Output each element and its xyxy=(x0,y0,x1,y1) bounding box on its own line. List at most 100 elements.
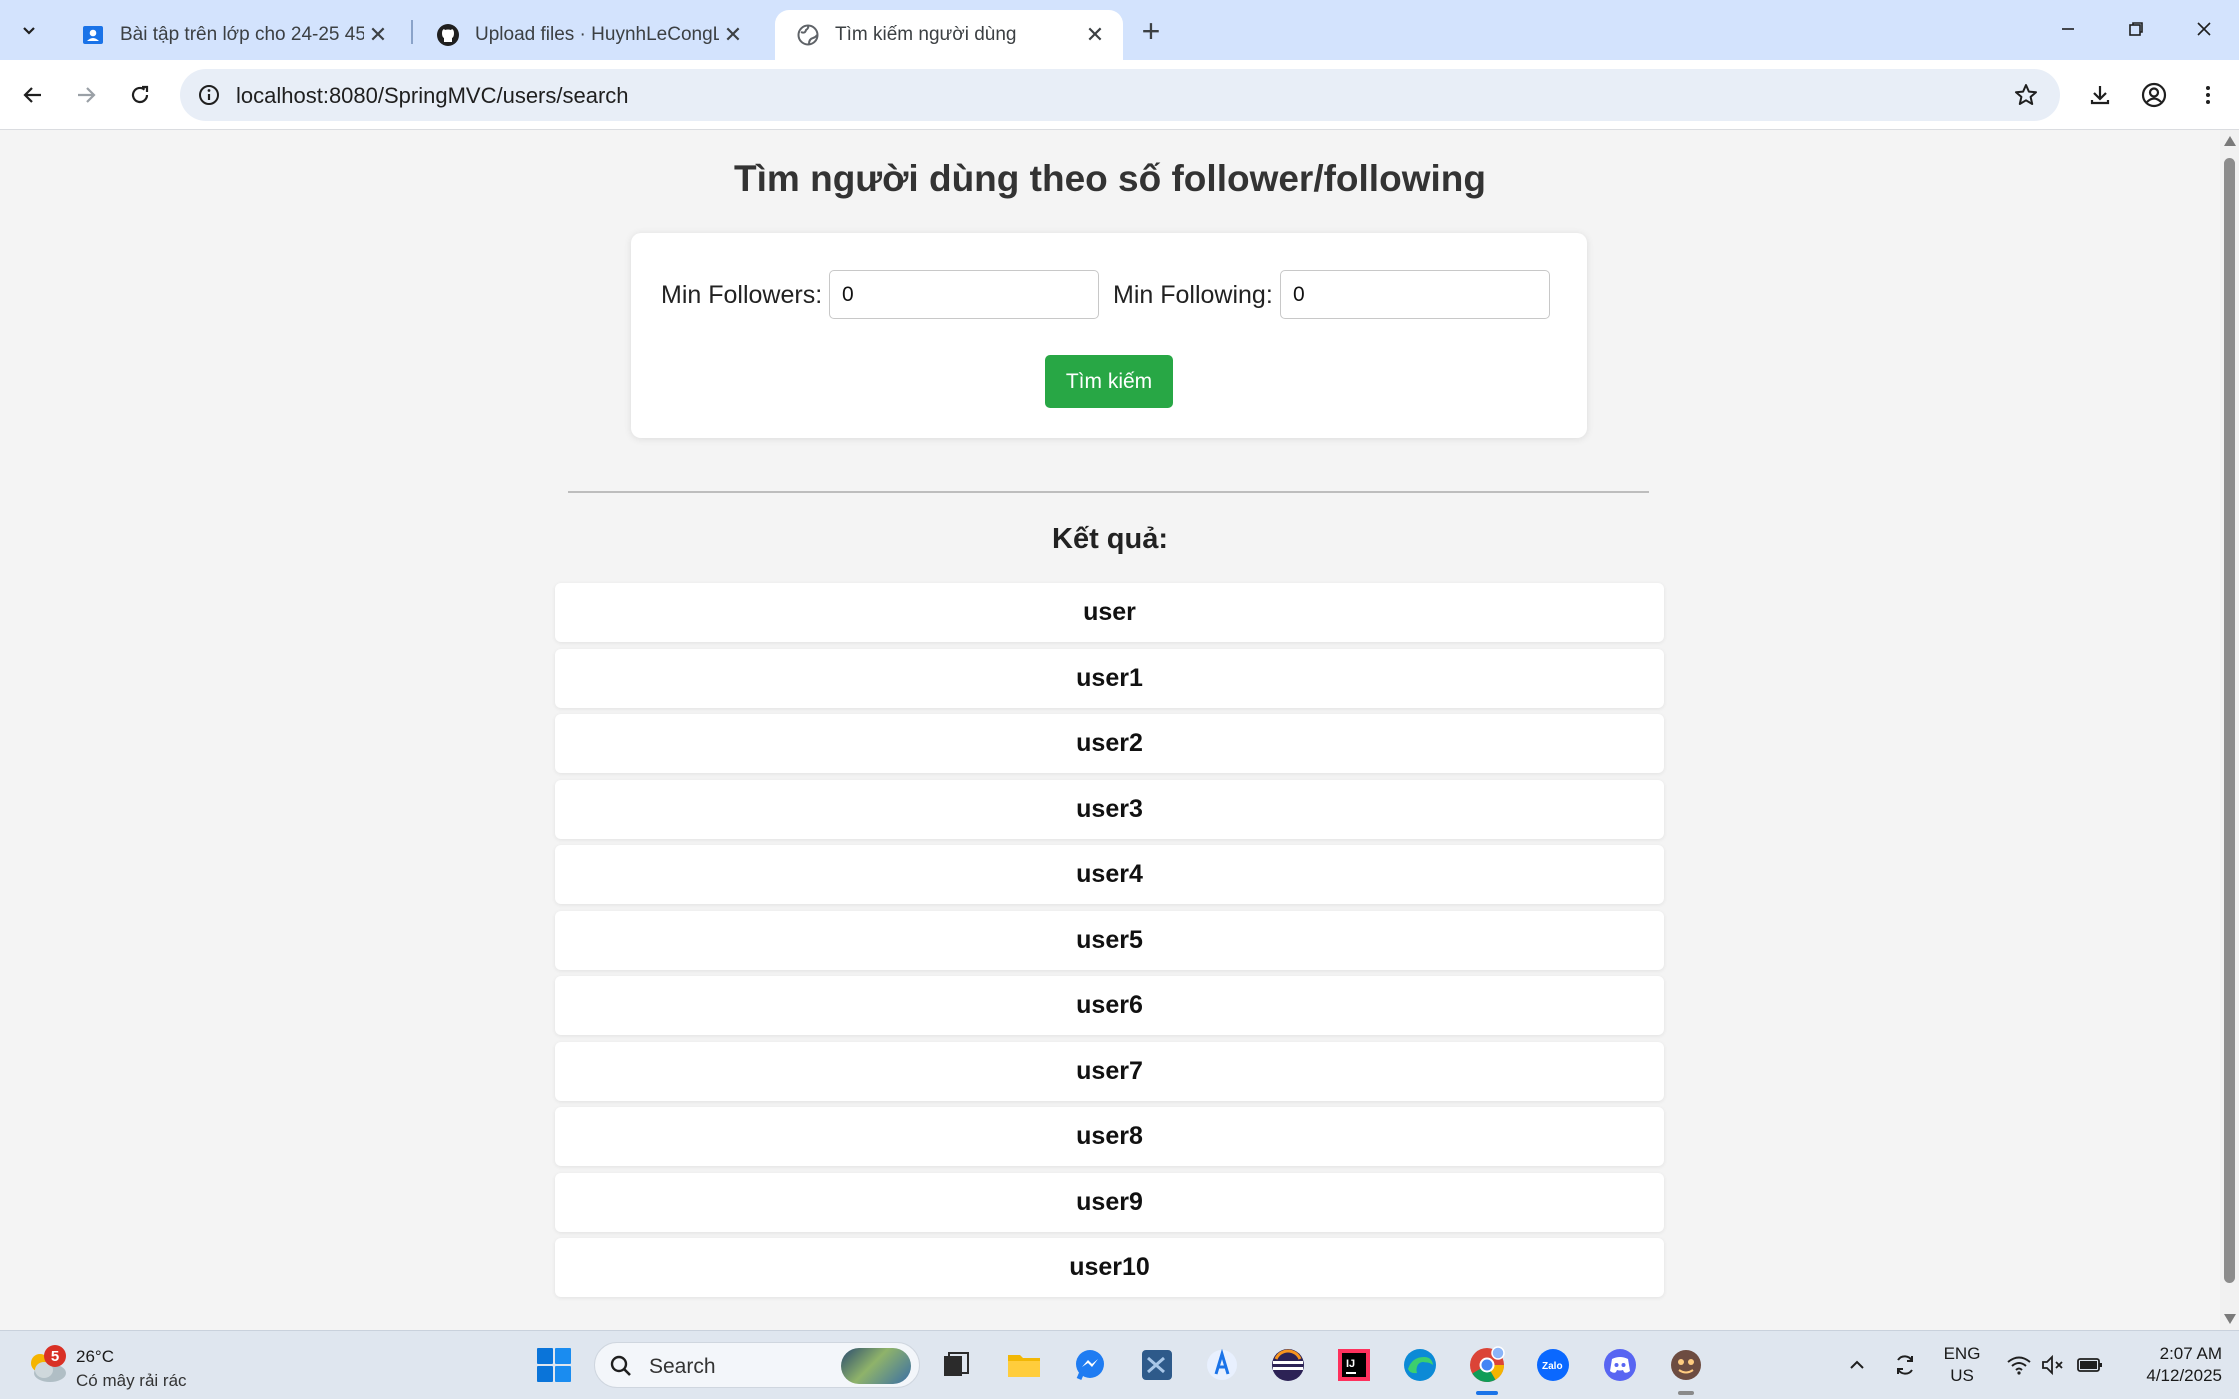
page-title: Tìm người dùng theo số follower/followin… xyxy=(734,158,1486,199)
result-item: user5 xyxy=(555,910,1664,970)
messenger-icon[interactable] xyxy=(1070,1345,1110,1385)
temperature-text: 26°C xyxy=(76,1347,114,1366)
tab-title: Bài tập trên lớp cho 24-25 45KTPM xyxy=(120,24,364,45)
scroll-down-arrow-icon[interactable] xyxy=(2224,1314,2236,1324)
taskbar-clock[interactable]: 2:07 AM 4/12/2025 xyxy=(2110,1343,2222,1387)
notification-badge: 5 xyxy=(44,1345,66,1367)
minimize-icon xyxy=(2062,28,2074,30)
result-item: user3 xyxy=(555,779,1664,839)
minimize-button[interactable] xyxy=(2034,0,2102,58)
scrollbar-thumb[interactable] xyxy=(2224,158,2235,1283)
reload-icon xyxy=(131,85,149,104)
active-app-indicator xyxy=(1476,1391,1498,1395)
input-language-indicator[interactable]: ENG US xyxy=(1940,1343,1984,1387)
restore-button[interactable] xyxy=(2102,0,2170,58)
forward-button[interactable] xyxy=(64,73,108,117)
start-button[interactable] xyxy=(534,1345,574,1385)
android-studio-icon[interactable] xyxy=(1202,1345,1242,1385)
result-item: user9 xyxy=(555,1172,1664,1232)
result-item: user xyxy=(555,583,1664,642)
result-item: user10 xyxy=(555,1238,1664,1297)
volume-muted-icon[interactable] xyxy=(2036,1345,2070,1385)
address-bar[interactable]: localhost:8080/SpringMVC/users/search xyxy=(180,69,2060,121)
back-button[interactable] xyxy=(11,73,55,117)
restore-icon xyxy=(2129,22,2143,36)
search-button[interactable]: Tìm kiếm xyxy=(1045,355,1173,408)
scroll-up-arrow-icon[interactable] xyxy=(2224,136,2236,146)
search-icon xyxy=(610,1355,631,1376)
account-icon xyxy=(2141,82,2167,108)
result-item: user1 xyxy=(555,648,1664,708)
profile-button[interactable] xyxy=(2132,73,2176,117)
search-placeholder: Search xyxy=(649,1355,716,1378)
page-scrollbar[interactable] xyxy=(2220,130,2239,1330)
language-region: US xyxy=(1950,1366,1974,1385)
svg-text:Zalo: Zalo xyxy=(1542,1361,1563,1372)
bookmark-star-icon[interactable] xyxy=(2010,79,2042,111)
tab-title: Tìm kiếm người dùng xyxy=(835,24,1017,45)
language-code: ENG xyxy=(1943,1344,1981,1363)
taskbar-search-box[interactable]: Search xyxy=(594,1342,920,1388)
search-highlight-image xyxy=(841,1348,911,1384)
chrome-icon[interactable] xyxy=(1467,1345,1507,1385)
min-following-input[interactable] xyxy=(1280,270,1550,319)
result-item: user2 xyxy=(555,714,1664,773)
weather-widget[interactable]: 5 26°C Có mây rải rác xyxy=(26,1339,226,1393)
task-view-icon[interactable] xyxy=(936,1345,976,1385)
close-icon[interactable]: ✕ xyxy=(1081,21,1109,49)
intellij-icon[interactable]: IJ xyxy=(1334,1345,1374,1385)
reload-button[interactable] xyxy=(118,73,162,117)
weather-condition-text: Có mây rải rác xyxy=(76,1371,187,1390)
browser-toolbar: localhost:8080/SpringMVC/users/search xyxy=(0,60,2239,130)
downloads-button[interactable] xyxy=(2078,73,2122,117)
close-window-button[interactable] xyxy=(2170,0,2238,58)
windows-logo-icon xyxy=(537,1348,571,1382)
download-icon xyxy=(2090,86,2110,105)
vscode-icon[interactable] xyxy=(1137,1345,1177,1385)
more-vertical-icon xyxy=(2206,86,2210,104)
taskbar: 5 26°C Có mây rải rác Search IJ Zalo ENG… xyxy=(0,1330,2239,1399)
tab-classroom[interactable]: Bài tập trên lớp cho 24-25 45KTPM ✕ xyxy=(60,10,406,60)
battery-icon[interactable] xyxy=(2072,1345,2108,1385)
tab-github[interactable]: Upload files · HuynhLeCongLap ✕ xyxy=(415,10,761,60)
file-explorer-icon[interactable] xyxy=(1004,1345,1044,1385)
min-followers-label: Min Followers: xyxy=(661,281,823,309)
tab-user-search[interactable]: Tìm kiếm người dùng ✕ xyxy=(775,10,1123,60)
result-item: user7 xyxy=(555,1041,1664,1101)
page-viewport: Tìm người dùng theo số follower/followin… xyxy=(0,130,2220,1330)
tab-search-button[interactable] xyxy=(10,11,48,49)
zalo-icon[interactable]: Zalo xyxy=(1533,1345,1573,1385)
plus-icon: + xyxy=(1141,12,1161,49)
wifi-icon[interactable] xyxy=(2002,1345,2036,1385)
divider xyxy=(568,491,1649,493)
sync-icon[interactable] xyxy=(1888,1345,1922,1385)
github-icon xyxy=(435,22,461,48)
close-icon[interactable]: ✕ xyxy=(364,21,392,49)
search-form: Min Followers: Min Following: Tìm kiếm xyxy=(631,233,1587,438)
url-text[interactable]: localhost:8080/SpringMVC/users/search xyxy=(236,83,629,109)
globe-icon xyxy=(795,22,821,48)
running-indicator xyxy=(1678,1391,1694,1395)
chevron-up-icon xyxy=(1850,1360,1864,1369)
min-following-label: Min Following: xyxy=(1113,281,1273,309)
site-info-icon[interactable] xyxy=(192,78,226,112)
eclipse-icon[interactable] xyxy=(1268,1345,1308,1385)
chevron-down-icon xyxy=(23,27,35,35)
results-heading: Kết quả: xyxy=(1052,523,1168,555)
min-followers-input[interactable] xyxy=(829,270,1099,319)
edge-icon[interactable] xyxy=(1400,1345,1440,1385)
result-item: user6 xyxy=(555,976,1664,1035)
game-icon[interactable] xyxy=(1666,1345,1706,1385)
new-tab-button[interactable]: + xyxy=(1132,13,1170,49)
tab-separator xyxy=(411,20,413,44)
clock-time: 2:07 AM xyxy=(2159,1344,2222,1363)
clock-date: 4/12/2025 xyxy=(2146,1366,2222,1385)
result-list: user user1 user2 user3 user4 user5 user6… xyxy=(555,583,1664,1304)
arrow-right-icon xyxy=(78,87,96,103)
show-hidden-icons-button[interactable] xyxy=(1842,1345,1872,1385)
svg-text:IJ: IJ xyxy=(1346,1358,1355,1370)
close-icon xyxy=(2197,22,2211,36)
browser-menu-button[interactable] xyxy=(2186,73,2230,117)
discord-icon[interactable] xyxy=(1600,1345,1640,1385)
close-icon[interactable]: ✕ xyxy=(719,21,747,49)
